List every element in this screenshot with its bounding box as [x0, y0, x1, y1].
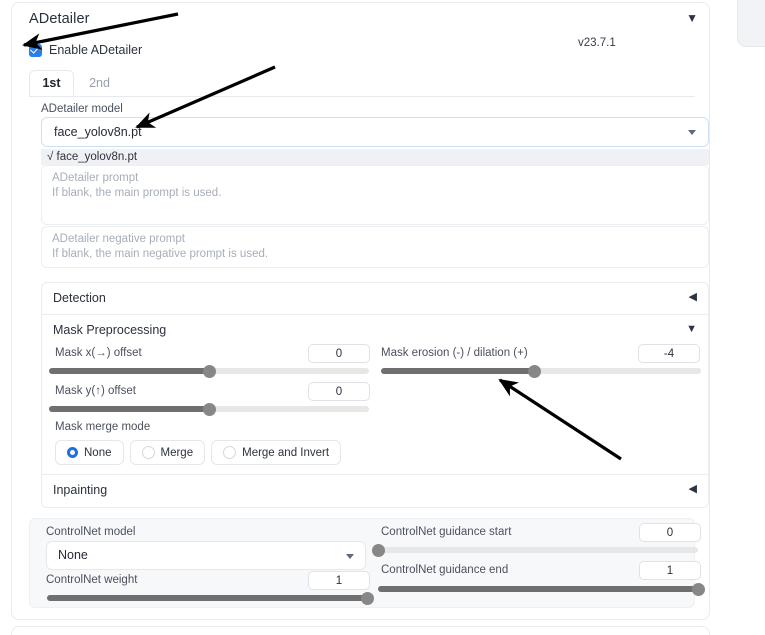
adetailer-model-dropdown-list[interactable]: √ face_yolov8n.pt: [41, 149, 709, 165]
negative-placeholder-line2: If blank, the main negative prompt is us…: [52, 248, 269, 260]
tab-1st[interactable]: 1st: [29, 70, 74, 96]
mask-x-offset-label: Mask x(→) offset: [55, 347, 142, 359]
adetailer-model-value: face_yolov8n.pt: [54, 125, 142, 139]
mask-erosion-dilation-value[interactable]: -4: [638, 344, 700, 363]
radio-option-none-label: None: [84, 446, 112, 459]
controlnet-guidance-start-slider[interactable]: [371, 543, 698, 557]
checkbox-checked-icon[interactable]: [29, 43, 42, 57]
enable-adetailer-checkbox-row[interactable]: Enable ADetailer: [29, 43, 142, 57]
mask-x-offset-slider-knob[interactable]: [202, 364, 216, 378]
radio-selected-icon[interactable]: [67, 447, 78, 458]
radio-option-merge-label: Merge: [160, 446, 194, 459]
negative-placeholder-line1: ADetailer negative prompt: [52, 233, 185, 245]
controlnet-weight-label: ControlNet weight: [46, 574, 138, 586]
adetailer-negative-prompt-textarea[interactable]: ADetailer negative prompt If blank, the …: [41, 226, 709, 268]
section-mask-preprocessing-header[interactable]: Mask Preprocessing ▼: [42, 315, 708, 346]
section-mask-preprocessing-title: Mask Preprocessing: [53, 323, 167, 337]
caret-left-icon[interactable]: ◀: [689, 484, 697, 495]
adetailer-model-select[interactable]: face_yolov8n.pt: [41, 117, 709, 147]
controlnet-guidance-end-slider[interactable]: [378, 582, 705, 596]
controlnet-guidance-start-label: ControlNet guidance start: [381, 526, 512, 538]
controlnet-guidance-end-label: ControlNet guidance end: [381, 564, 509, 576]
check-mark-icon: √: [47, 151, 54, 163]
dropdown-option-face-yolov8n[interactable]: √ face_yolov8n.pt: [41, 151, 137, 163]
mask-merge-mode-label: Mask merge mode: [55, 421, 151, 433]
adetailer-model-label: ADetailer model: [41, 103, 123, 115]
mask-y-offset-slider-knob[interactable]: [202, 402, 216, 416]
version-label: v23.7.1: [578, 37, 616, 49]
section-detection-header[interactable]: Detection ◀: [42, 283, 708, 314]
mask-erosion-dilation-slider-knob[interactable]: [528, 364, 542, 378]
radio-option-merge-and-invert-label: Merge and Invert: [242, 446, 330, 459]
controlnet-guidance-end-value[interactable]: 1: [639, 561, 701, 580]
prompt-placeholder-line2: If blank, the main prompt is used.: [52, 187, 222, 199]
section-detection[interactable]: Detection ◀: [41, 282, 709, 315]
enable-adetailer-label: Enable ADetailer: [49, 43, 143, 57]
controlnet-weight-slider-fill: [47, 595, 367, 601]
mask-erosion-dilation-label: Mask erosion (-) / dilation (+): [381, 347, 528, 359]
adetailer-panel: ADetailer ▼ v23.7.1 Enable ADetailer 1st…: [11, 2, 710, 620]
mask-x-offset-slider[interactable]: [49, 364, 369, 378]
mask-y-offset-value[interactable]: 0: [308, 382, 370, 401]
controlnet-guidance-start-slider-knob[interactable]: [371, 543, 385, 557]
next-panel-fragment: [11, 626, 710, 635]
controlnet-guidance-start-value[interactable]: 0: [639, 523, 701, 542]
tab-bar: 1st 2nd: [29, 70, 695, 97]
chevron-down-icon[interactable]: [346, 554, 354, 559]
radio-option-merge-and-invert[interactable]: Merge and Invert: [211, 440, 342, 465]
section-detection-title: Detection: [53, 291, 106, 305]
dropdown-option-label: face_yolov8n.pt: [56, 151, 138, 163]
radio-unselected-icon[interactable]: [141, 446, 155, 459]
mask-erosion-dilation-slider[interactable]: [381, 364, 701, 378]
radio-unselected-icon[interactable]: [223, 446, 237, 459]
tab-2nd[interactable]: 2nd: [77, 70, 122, 96]
chevron-down-icon[interactable]: [688, 130, 696, 135]
screenshot-root: ADetailer ▼ v23.7.1 Enable ADetailer 1st…: [0, 0, 765, 635]
mask-x-offset-value[interactable]: 0: [308, 344, 370, 363]
mask-merge-mode-radio-group: None Merge Merge and Invert: [55, 440, 342, 465]
section-inpainting-title: Inpainting: [53, 483, 108, 497]
controlnet-model-label: ControlNet model: [46, 526, 136, 538]
controlnet-weight-slider-knob[interactable]: [360, 591, 374, 605]
right-background-strip: [720, 0, 765, 635]
adetailer-negative-prompt-placeholder: ADetailer negative prompt If blank, the …: [52, 232, 268, 262]
mask-y-offset-label: Mask y(↑) offset: [55, 385, 136, 397]
mask-y-offset-slider-fill: [49, 406, 209, 412]
radio-option-merge[interactable]: Merge: [129, 440, 206, 465]
caret-left-icon[interactable]: ◀: [689, 292, 697, 303]
controlnet-weight-value[interactable]: 1: [308, 571, 370, 590]
controlnet-guidance-end-slider-knob[interactable]: [691, 582, 705, 596]
prompt-placeholder-line1: ADetailer prompt: [52, 172, 139, 184]
caret-down-icon[interactable]: ▼: [686, 324, 697, 335]
controlnet-guidance-end-slider-fill: [378, 586, 698, 592]
mask-erosion-dilation-slider-fill: [381, 368, 535, 374]
mask-y-offset-slider[interactable]: [49, 402, 369, 416]
section-inpainting[interactable]: Inpainting ◀: [41, 475, 709, 508]
mask-x-offset-slider-fill: [49, 368, 209, 374]
panel-collapse-caret-icon[interactable]: ▼: [686, 12, 698, 24]
controlnet-model-select[interactable]: None: [46, 541, 366, 570]
adetailer-prompt-placeholder: ADetailer prompt If blank, the main prom…: [52, 171, 221, 201]
radio-option-none[interactable]: None: [55, 440, 124, 465]
page-title: ADetailer: [29, 11, 90, 27]
controlnet-weight-slider[interactable]: [47, 591, 374, 605]
floating-card-fragment: [737, 0, 765, 47]
section-inpainting-header[interactable]: Inpainting ◀: [42, 475, 708, 506]
adetailer-prompt-textarea[interactable]: ADetailer prompt If blank, the main prom…: [41, 165, 709, 225]
controlnet-model-value: None: [58, 548, 88, 562]
